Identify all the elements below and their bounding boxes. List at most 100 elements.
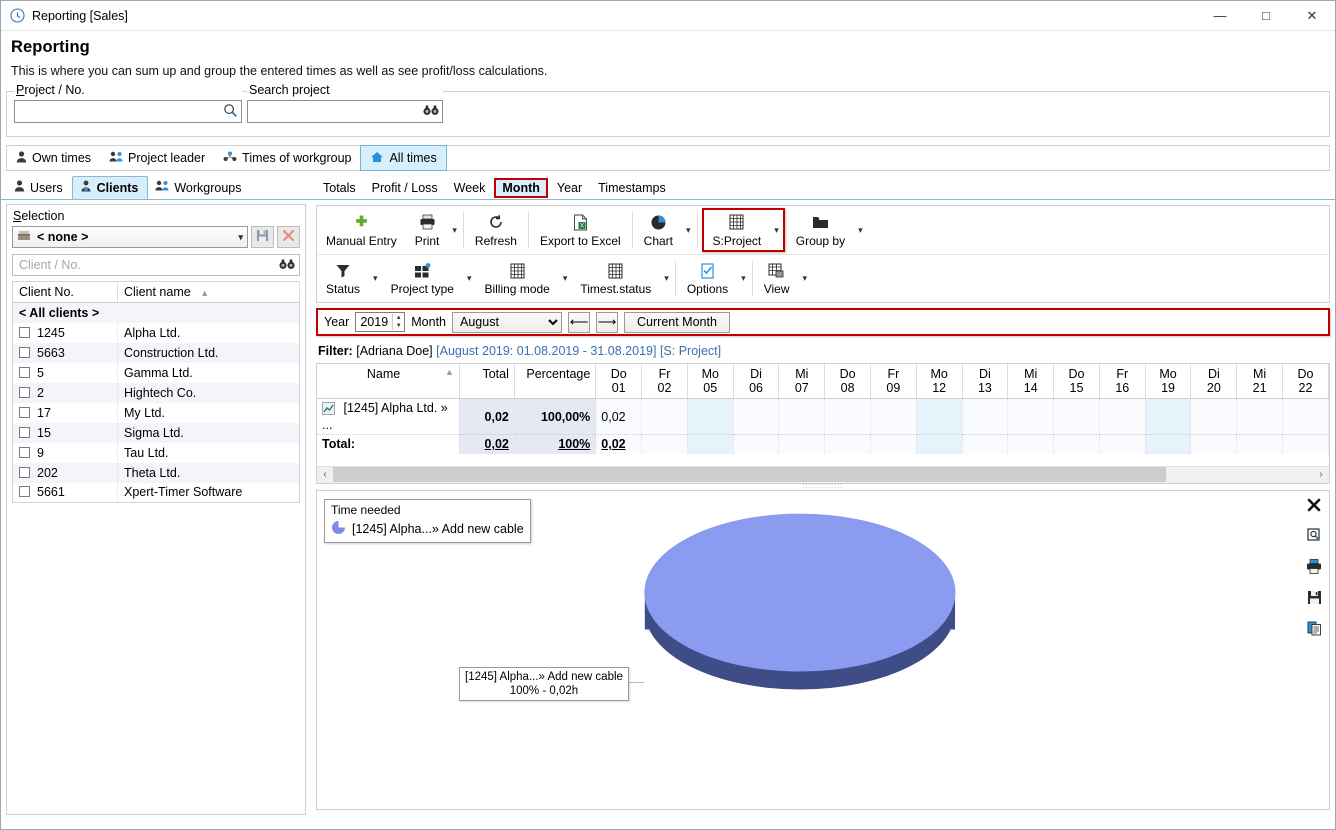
row-checkbox[interactable] xyxy=(19,327,30,338)
col-day[interactable]: Do08 xyxy=(825,364,871,399)
table-row[interactable]: 17 My Ltd. xyxy=(13,403,300,423)
timest-status-button[interactable]: Timest.status xyxy=(571,259,660,298)
project-input-box[interactable] xyxy=(14,100,242,123)
col-day[interactable]: Mo19 xyxy=(1145,364,1191,399)
col-day[interactable]: Do01 xyxy=(596,364,642,399)
maximize-button[interactable]: □ xyxy=(1243,1,1289,31)
options-dropdown-arrow[interactable]: ▾ xyxy=(737,273,750,284)
table-row[interactable]: [1245] Alpha Ltd. » ... 0,02 100,00% 0,0… xyxy=(317,399,1329,435)
tab-timestamps[interactable]: Timestamps xyxy=(591,179,673,197)
status-dropdown-arrow[interactable]: ▾ xyxy=(369,273,382,284)
tab-totals[interactable]: Totals xyxy=(316,179,363,197)
table-row[interactable]: 5661 Xpert-Timer Software xyxy=(13,483,300,503)
project-type-button[interactable]: Project type xyxy=(382,259,463,298)
col-day[interactable]: Di13 xyxy=(962,364,1008,399)
options-button[interactable]: Options xyxy=(678,259,737,298)
year-stepper[interactable]: ▲▼ xyxy=(355,312,405,332)
tab-clients[interactable]: Clients xyxy=(72,176,149,199)
table-row[interactable]: 15 Sigma Ltd. xyxy=(13,423,300,443)
status-button[interactable]: Status xyxy=(317,259,369,298)
search-icon[interactable] xyxy=(223,103,238,121)
view-button[interactable]: View xyxy=(755,259,799,298)
grid-horizontal-scrollbar[interactable]: ‹ › xyxy=(317,466,1329,483)
tab-year[interactable]: Year xyxy=(550,179,589,197)
row-checkbox[interactable] xyxy=(19,387,30,398)
col-name[interactable]: Name ▲ xyxy=(317,364,459,399)
scroll-left-button[interactable]: ‹ xyxy=(317,469,333,480)
scope-tab-project-leader[interactable]: Project leader xyxy=(100,146,214,170)
row-checkbox[interactable] xyxy=(19,447,30,458)
tab-profit-loss[interactable]: Profit / Loss xyxy=(365,179,445,197)
copy-icon[interactable] xyxy=(1305,620,1323,638)
row-checkbox[interactable] xyxy=(19,486,30,497)
col-client-no[interactable]: Client No. xyxy=(13,282,118,303)
minimize-button[interactable]: — xyxy=(1197,1,1243,31)
project-type-dropdown-arrow[interactable]: ▾ xyxy=(463,273,476,284)
preview-icon[interactable] xyxy=(1305,527,1323,545)
current-month-button[interactable]: Current Month xyxy=(624,312,730,333)
view-dropdown-arrow[interactable]: ▾ xyxy=(799,273,812,284)
col-percentage[interactable]: Percentage xyxy=(514,364,595,399)
scroll-right-button[interactable]: › xyxy=(1313,469,1329,480)
tab-workgroups[interactable]: Workgroups xyxy=(148,177,250,199)
manual-entry-button[interactable]: Manual Entry xyxy=(317,206,406,254)
table-row[interactable]: 1245 Alpha Ltd. xyxy=(13,323,300,343)
row-checkbox[interactable] xyxy=(19,427,30,438)
client-search-box[interactable] xyxy=(12,254,300,276)
project-input[interactable] xyxy=(18,102,223,121)
export-to-excel-button[interactable]: X Export to Excel xyxy=(531,206,630,254)
scroll-thumb[interactable] xyxy=(333,467,1166,482)
tab-users[interactable]: Users xyxy=(7,177,72,199)
scope-tab-own-times[interactable]: Own times xyxy=(7,146,100,170)
tab-month[interactable]: Month xyxy=(494,178,547,198)
month-select[interactable]: August xyxy=(452,312,562,333)
col-day[interactable]: Mi07 xyxy=(779,364,825,399)
table-row[interactable]: 5663 Construction Ltd. xyxy=(13,343,300,363)
binoculars-icon[interactable] xyxy=(423,104,439,119)
print-icon[interactable] xyxy=(1305,558,1323,576)
prev-month-button[interactable]: ⟵ xyxy=(568,312,590,333)
col-day[interactable]: Mi14 xyxy=(1008,364,1054,399)
table-row[interactable]: 2 Hightech Co. xyxy=(13,383,300,403)
group-by-button[interactable]: Group by xyxy=(787,211,854,250)
save-selection-button[interactable] xyxy=(251,226,274,248)
tab-week[interactable]: Week xyxy=(447,179,493,197)
col-day[interactable]: Fr09 xyxy=(870,364,916,399)
col-day[interactable]: Do22 xyxy=(1283,364,1329,399)
close-icon[interactable] xyxy=(1305,496,1323,514)
chevron-down-icon[interactable]: ▾ xyxy=(238,232,243,243)
table-row[interactable]: 202 Theta Ltd. xyxy=(13,463,300,483)
close-button[interactable]: ✕ xyxy=(1289,1,1335,31)
col-day[interactable]: Mo05 xyxy=(687,364,733,399)
scope-tab-all-times[interactable]: All times xyxy=(360,145,446,171)
next-month-button[interactable]: ⟶ xyxy=(596,312,618,333)
scroll-track[interactable] xyxy=(333,467,1313,482)
year-input[interactable] xyxy=(356,314,392,330)
row-checkbox[interactable] xyxy=(19,367,30,378)
search-project-input[interactable] xyxy=(251,102,423,121)
billing-mode-dropdown-arrow[interactable]: ▾ xyxy=(559,273,572,284)
selection-combo[interactable]: < none > ▾ xyxy=(12,226,248,248)
client-search-input[interactable] xyxy=(17,257,279,273)
year-spin-arrows[interactable]: ▲▼ xyxy=(392,314,404,330)
group-by-dropdown-arrow[interactable]: ▾ xyxy=(854,225,867,236)
list-item[interactable]: < All clients > xyxy=(13,303,300,323)
table-row[interactable]: 5 Gamma Ltd. xyxy=(13,363,300,383)
print-dropdown-arrow[interactable]: ▾ xyxy=(448,225,461,236)
col-day[interactable]: Di06 xyxy=(733,364,779,399)
col-total[interactable]: Total xyxy=(459,364,514,399)
s-project-dropdown-arrow[interactable]: ▾ xyxy=(770,225,783,236)
chart-button[interactable]: Chart xyxy=(635,211,682,250)
delete-selection-button[interactable] xyxy=(277,226,300,248)
refresh-button[interactable]: Refresh xyxy=(466,206,526,254)
save-icon[interactable] xyxy=(1305,589,1323,607)
s-project-button[interactable]: S:Project xyxy=(704,211,771,250)
col-day[interactable]: Mi21 xyxy=(1237,364,1283,399)
row-checkbox[interactable] xyxy=(19,467,30,478)
col-day[interactable]: Fr02 xyxy=(642,364,688,399)
billing-mode-button[interactable]: Billing mode xyxy=(475,259,558,298)
table-row[interactable]: 9 Tau Ltd. xyxy=(13,443,300,463)
col-day[interactable]: Do15 xyxy=(1054,364,1100,399)
row-checkbox[interactable] xyxy=(19,407,30,418)
col-client-name[interactable]: Client name ▲ xyxy=(118,282,300,303)
